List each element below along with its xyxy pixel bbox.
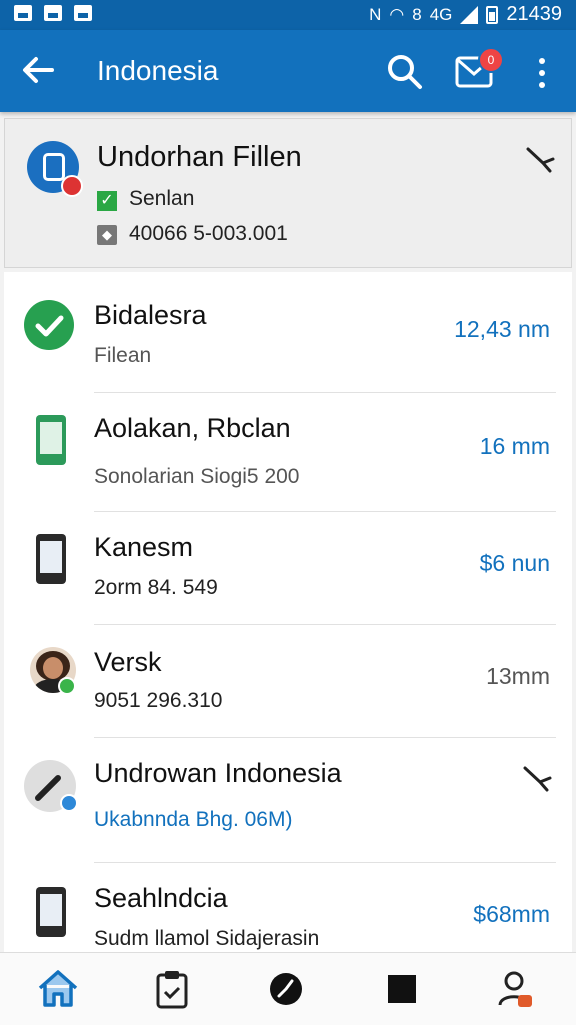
item-value: 12,43 nm: [454, 316, 550, 342]
clock-icon[interactable]: [264, 967, 308, 1011]
item-subtitle: Sudm llamol Sidajerasin: [94, 927, 320, 950]
system-icons: N ◠ 8 4G 21439: [369, 3, 562, 26]
clock: 21439: [506, 3, 562, 25]
status-dot-icon: [60, 794, 78, 812]
list-item[interactable]: Kanesm 2orm 84. 549 $6 nun: [4, 512, 572, 625]
item-value: 13mm: [486, 663, 550, 689]
signal-icon: [460, 5, 479, 24]
item-value: $6 nun: [479, 550, 550, 576]
list-item[interactable]: Aolakan, Rbclan Sonolarian Siogi5 200 16…: [4, 393, 572, 512]
square-icon[interactable]: [380, 967, 424, 1011]
item-title: Seahlndcia: [94, 883, 228, 913]
status-bar: N ◠ 8 4G 21439: [0, 0, 576, 30]
status-dot-icon: [61, 175, 83, 197]
item-title: Bidalesra: [94, 300, 207, 330]
edit-icon[interactable]: [523, 141, 557, 175]
page-title: Indonesia: [97, 55, 219, 86]
item-value: $68mm: [473, 901, 550, 927]
list-item[interactable]: Undrowan Indonesia Ukabnnda Bhg. 06M): [4, 738, 572, 863]
image-icon: [74, 5, 92, 21]
back-arrow-icon[interactable]: [18, 50, 58, 90]
contact-status: Senlan: [129, 187, 195, 210]
check-icon: ✓: [97, 191, 117, 211]
image-icon: [44, 5, 62, 21]
item-title: Aolakan, Rbclan: [94, 413, 291, 443]
wifi-icon: ◠: [389, 4, 405, 24]
list-item[interactable]: Seahlndcia Sudm llamol Sidajerasin $68mm: [4, 863, 572, 952]
item-title: Versk: [94, 647, 162, 677]
item-subtitle: Filean: [94, 344, 152, 367]
item-subtitle[interactable]: Ukabnnda Bhg. 06M): [94, 808, 292, 832]
edit-icon[interactable]: [520, 760, 554, 794]
vibrate-icon: 8: [412, 4, 422, 24]
contact-header-card: Undorhan Fillen ✓ Senlan ◆ 40066 5-003.0…: [4, 118, 572, 268]
item-subtitle: 2orm 84. 549: [94, 576, 218, 599]
battery-icon: [486, 5, 499, 24]
app-bar: Indonesia 0: [0, 30, 576, 112]
nfc-icon: N: [369, 4, 382, 24]
home-icon[interactable]: [36, 967, 80, 1011]
clipboard-icon[interactable]: [150, 967, 194, 1011]
list-item[interactable]: Bidalesra Filean 12,43 nm: [4, 272, 572, 393]
data-icon: 4G: [429, 4, 453, 24]
check-circle-icon: [24, 300, 74, 350]
contact-code: 40066 5-003.001: [129, 222, 288, 245]
online-dot-icon: [58, 677, 76, 695]
list-item[interactable]: Versk 9051 296.310 13mm: [4, 625, 572, 738]
phone-icon: [36, 887, 66, 937]
item-subtitle: 9051 296.310: [94, 689, 223, 712]
phone-icon: [36, 534, 66, 584]
phone-icon: [36, 415, 66, 465]
contact-name: Undorhan Fillen: [97, 141, 302, 173]
item-subtitle: Sonolarian Siogi5 200: [94, 465, 300, 488]
profile-icon[interactable]: [494, 967, 538, 1011]
bottom-navigation: [0, 952, 576, 1025]
more-vert-icon[interactable]: [528, 52, 556, 94]
item-value: 16 mm: [479, 433, 550, 459]
search-icon[interactable]: [385, 52, 425, 92]
tag-icon: ◆: [97, 225, 117, 245]
notification-icons: [14, 5, 92, 21]
notification-badge: 0: [478, 47, 504, 73]
image-icon: [14, 5, 32, 21]
item-title: Kanesm: [94, 532, 194, 562]
item-title: Undrowan Indonesia: [94, 758, 342, 788]
item-list: Bidalesra Filean 12,43 nm Aolakan, Rbcla…: [4, 272, 572, 952]
